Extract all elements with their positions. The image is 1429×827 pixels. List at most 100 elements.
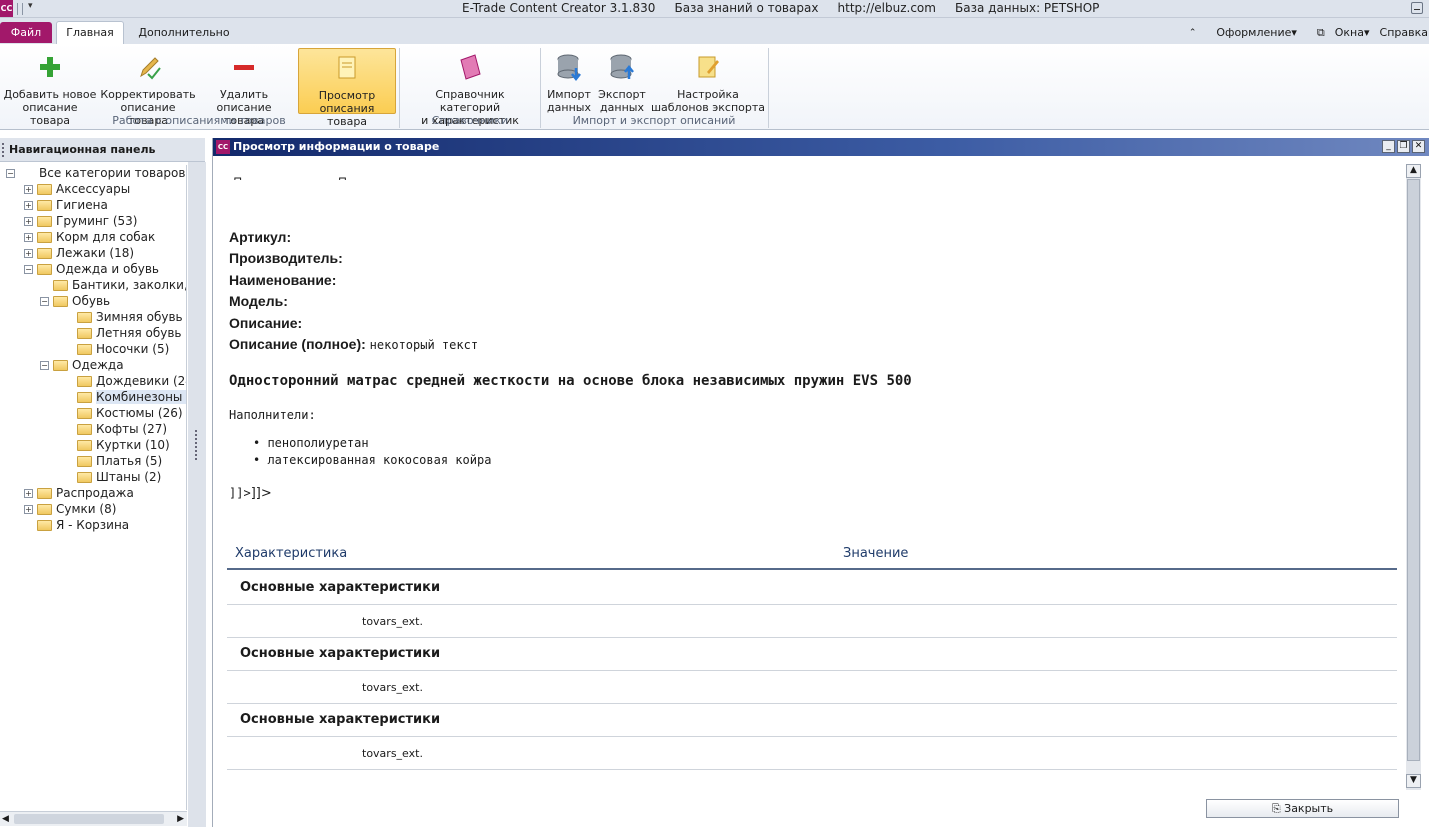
splitter-grip[interactable] bbox=[195, 430, 198, 460]
collapse-ribbon-icon[interactable]: ⌃ bbox=[1189, 28, 1197, 38]
tree-item[interactable]: Платья (5) bbox=[60, 453, 162, 469]
nav-horizontal-scrollbar[interactable]: ◀ ▶ bbox=[0, 811, 187, 826]
export-button[interactable]: Экспорт данных bbox=[597, 48, 647, 114]
folder-icon bbox=[37, 264, 52, 275]
scroll-thumb[interactable] bbox=[1407, 179, 1420, 761]
add-description-button[interactable]: Добавить новое описание товара bbox=[2, 48, 98, 127]
nav-panel-header: Навигационная панель bbox=[0, 138, 205, 162]
tree-item[interactable]: + Аксессуары bbox=[24, 181, 130, 197]
tree-item-label: Летняя обувь bbox=[96, 326, 182, 340]
table-group-row: Основные характеристики bbox=[227, 638, 1397, 671]
scroll-left-icon[interactable]: ◀ bbox=[2, 814, 9, 824]
tree-item[interactable]: + Распродажа bbox=[24, 485, 134, 501]
content-vertical-scrollbar[interactable]: ▲ ▼ bbox=[1406, 164, 1421, 790]
tree-item-label: Одежда bbox=[72, 358, 124, 372]
title-bar: CC ▾ E-Trade Content Creator 3.1.830 Баз… bbox=[0, 0, 1429, 18]
table-row: tovars_ext. bbox=[227, 671, 1397, 704]
design-menu-label: Оформление bbox=[1216, 26, 1292, 39]
tree-item-label: Лежаки (18) bbox=[56, 246, 135, 260]
minimize-button[interactable] bbox=[1411, 2, 1423, 14]
scroll-thumb[interactable] bbox=[14, 814, 164, 824]
product-heading: Односторонний матрас средней жесткости н… bbox=[229, 373, 912, 389]
tree-item-label: Все категории товаров bbox=[39, 166, 186, 180]
tree-item[interactable]: Зимняя обувь (3 bbox=[60, 309, 186, 325]
close-button-icon: ⎘ bbox=[1271, 802, 1285, 815]
cdata-tail-small: ]]> bbox=[229, 486, 251, 500]
tree-item[interactable]: Кофты (27) bbox=[60, 421, 167, 437]
tree-item[interactable]: + Груминг (53) bbox=[24, 213, 138, 229]
tree-item[interactable]: Дождевики (24) bbox=[60, 373, 186, 389]
tree-item[interactable]: Штаны (2) bbox=[60, 469, 161, 485]
navigation-panel: Навигационная панель ⟲ −Все категории то… bbox=[0, 138, 205, 827]
close-icon[interactable]: ✕ bbox=[1412, 140, 1425, 153]
design-menu[interactable]: Оформление▾ bbox=[1206, 26, 1297, 39]
tree-root[interactable]: − Все категории товаров bbox=[6, 165, 185, 181]
row-label: tovars_ext. bbox=[362, 615, 423, 628]
export-templates-button[interactable]: Настройка шаблонов экспорта bbox=[650, 48, 766, 114]
group-label-reference: Справочники bbox=[431, 114, 509, 127]
tree-item[interactable]: + Гигиена bbox=[24, 197, 108, 213]
import-button[interactable]: Импорт данных bbox=[544, 48, 594, 114]
folder-icon bbox=[37, 216, 52, 227]
tree-item[interactable]: + Сумки (8) bbox=[24, 501, 116, 517]
windows-menu[interactable]: ⧉ Окна▾ bbox=[1307, 26, 1370, 40]
tree-item[interactable]: − Одежда bbox=[40, 357, 124, 373]
expand-icon[interactable]: + bbox=[24, 489, 33, 498]
expand-icon[interactable]: + bbox=[24, 201, 33, 210]
expand-icon[interactable]: + bbox=[24, 185, 33, 194]
tab-home[interactable]: Главная bbox=[56, 21, 124, 45]
right-menu: ⌃ Оформление▾ ⧉ Окна▾ Справка bbox=[1179, 22, 1429, 43]
collapse-icon[interactable]: − bbox=[6, 169, 15, 178]
cdata-tail: ]]>]]> bbox=[229, 486, 272, 501]
tree-item[interactable]: Бантики, заколки, г bbox=[40, 277, 186, 293]
tree-item[interactable]: Летняя обувь bbox=[60, 325, 181, 341]
folder-icon bbox=[77, 312, 92, 323]
help-menu[interactable]: Справка bbox=[1380, 26, 1428, 39]
row-label: tovars_ext. bbox=[362, 747, 423, 760]
minimize-icon[interactable]: _ bbox=[1382, 140, 1395, 153]
field-article: Артикул: bbox=[229, 229, 292, 245]
expand-icon[interactable]: + bbox=[24, 217, 33, 226]
expand-icon[interactable]: + bbox=[24, 249, 33, 258]
tree-item[interactable]: Я - Корзина bbox=[24, 517, 129, 533]
tree-item[interactable]: Комбинезоны (5 bbox=[60, 389, 186, 405]
quick-access-dropdown-icon[interactable]: ▾ bbox=[28, 1, 33, 11]
folder-icon bbox=[37, 520, 52, 531]
collapse-icon[interactable]: − bbox=[24, 265, 33, 274]
delete-description-button[interactable]: Удалить описание товара bbox=[196, 48, 292, 127]
collapse-icon[interactable]: − bbox=[40, 297, 49, 306]
tree-item[interactable]: + Лежаки (18) bbox=[24, 245, 134, 261]
close-button[interactable]: ⎘ Закрыть bbox=[1206, 799, 1399, 818]
expand-icon[interactable]: + bbox=[24, 505, 33, 514]
tree-item[interactable]: − Одежда и обувь bbox=[24, 261, 159, 277]
scroll-up-icon[interactable]: ▲ bbox=[1406, 164, 1421, 178]
edit-description-button[interactable]: Корректировать описание товара bbox=[100, 48, 196, 127]
folder-icon bbox=[37, 184, 52, 195]
tree-item[interactable]: Костюмы (26) bbox=[60, 405, 183, 421]
reference-button[interactable]: Справочник категорий и характеристик bbox=[404, 48, 536, 127]
collapse-icon[interactable]: − bbox=[40, 361, 49, 370]
folder-icon bbox=[77, 424, 92, 435]
view-description-button[interactable]: Просмотр описания товара bbox=[298, 48, 396, 128]
tree-item[interactable]: Носочки (5) bbox=[60, 341, 169, 357]
folder-icon bbox=[53, 280, 68, 291]
folder-icon bbox=[77, 456, 92, 467]
expand-icon[interactable]: + bbox=[24, 233, 33, 242]
restore-icon[interactable]: ❐ bbox=[1397, 140, 1410, 153]
tree-item[interactable]: + Корм для собак bbox=[24, 229, 155, 245]
ribbon: Добавить новое описание товара Корректир… bbox=[0, 44, 1429, 130]
scroll-right-icon[interactable]: ▶ bbox=[177, 814, 184, 824]
app-logo-icon[interactable]: CC bbox=[0, 0, 13, 17]
tab-extra[interactable]: Дополнительно bbox=[132, 22, 236, 43]
table-group-row: Основные характеристики bbox=[227, 572, 1397, 605]
tree-item[interactable]: Куртки (10) bbox=[60, 437, 170, 453]
tree-item[interactable]: − Обувь bbox=[40, 293, 110, 309]
document-icon bbox=[338, 56, 356, 79]
export-line2: данных bbox=[600, 101, 644, 114]
panel-splitter[interactable] bbox=[188, 162, 206, 827]
scroll-down-icon[interactable]: ▼ bbox=[1406, 774, 1421, 788]
tree-item-label: Груминг (53) bbox=[56, 214, 138, 228]
tab-file[interactable]: Файл bbox=[0, 22, 52, 43]
group-separator bbox=[768, 48, 769, 128]
windows-menu-label: Окна bbox=[1334, 25, 1364, 39]
